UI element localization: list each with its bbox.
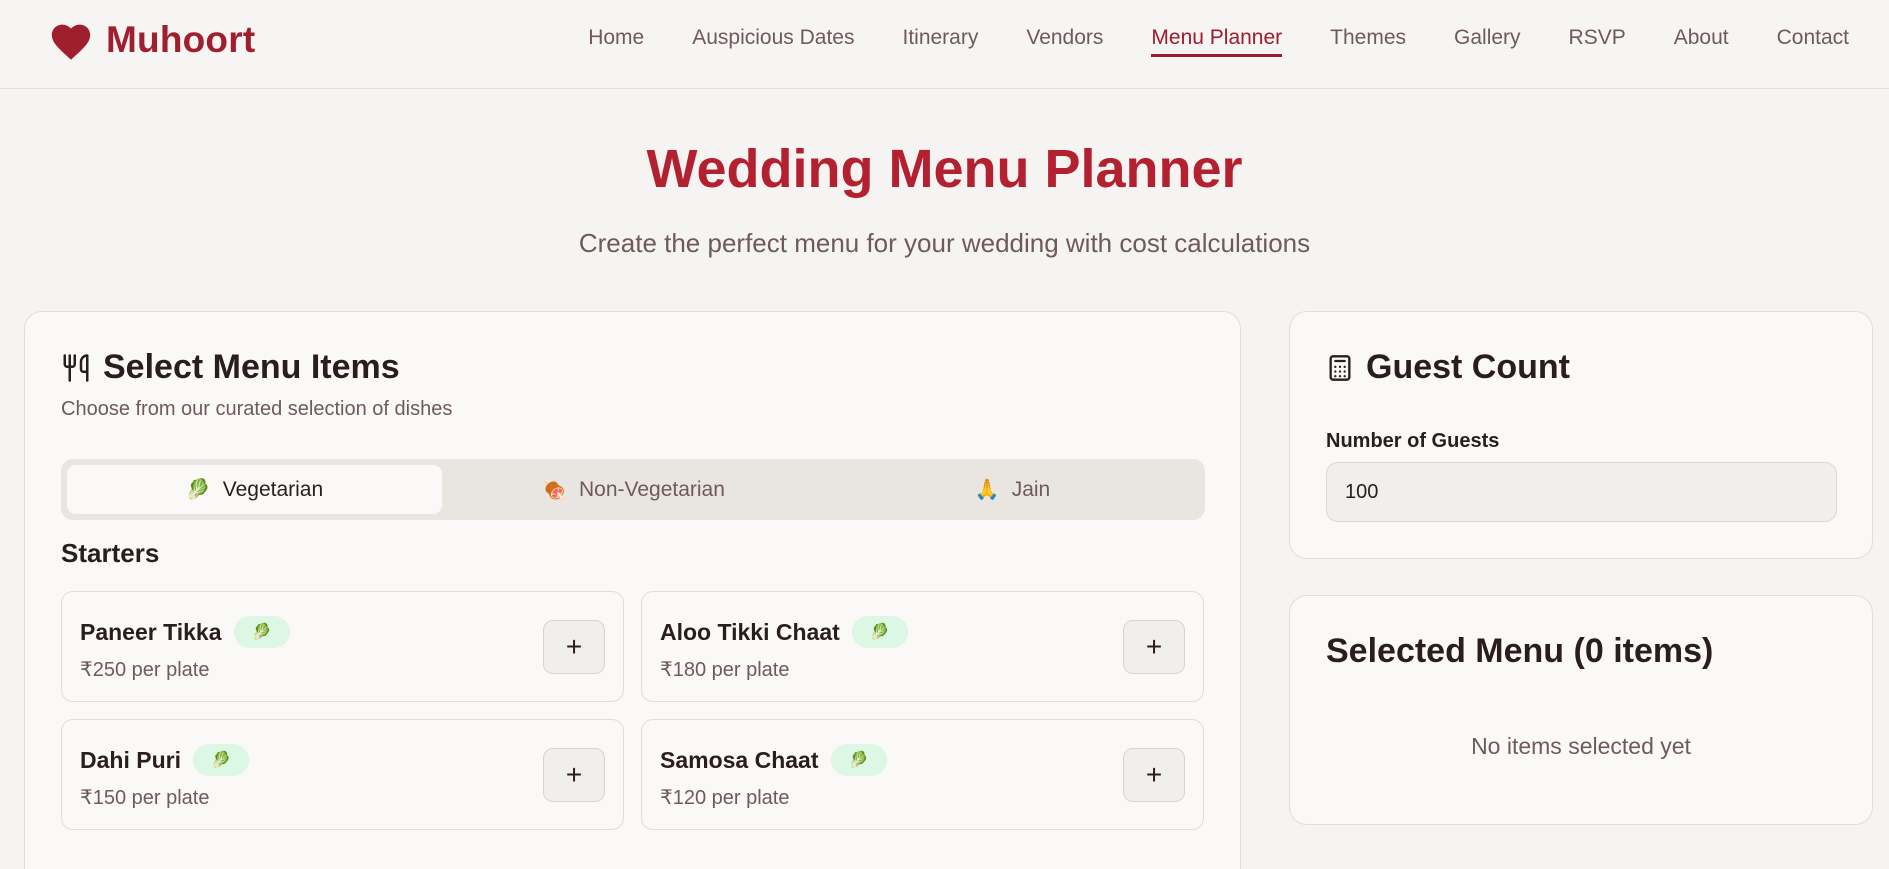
veg-badge: 🥬	[830, 744, 887, 776]
menu-item-price: ₹120 per plate	[660, 787, 790, 809]
add-item-button[interactable]: +	[543, 748, 605, 802]
add-item-button[interactable]: +	[543, 620, 605, 674]
add-item-button[interactable]: +	[1123, 620, 1185, 674]
brand-logo[interactable]: Muhoort	[48, 18, 255, 62]
leafy-green-icon: 🥬	[185, 479, 211, 501]
menu-card-description: Choose from our curated selection of dis…	[61, 398, 453, 420]
menu-item-price: ₹180 per plate	[660, 659, 790, 681]
tab-non-vegetarian[interactable]: 🍖 Non-Vegetarian	[446, 465, 821, 514]
veg-badge: 🥬	[192, 744, 249, 776]
selected-menu-card: Selected Menu (0 items) No items selecte…	[1289, 595, 1873, 825]
menu-item-name: Dahi Puri	[80, 746, 181, 773]
menu-card-title: Select Menu Items	[103, 348, 400, 386]
menu-item-name-row: Dahi Puri 🥬	[80, 744, 249, 776]
main-nav: Home Auspicious Dates Itinerary Vendors …	[588, 26, 1849, 57]
menu-item-name: Paneer Tikka	[80, 618, 222, 645]
utensils-icon	[63, 353, 89, 382]
nav-menu-planner[interactable]: Menu Planner	[1151, 26, 1283, 57]
nav-auspicious-dates[interactable]: Auspicious Dates	[692, 26, 854, 57]
menu-item-card: Dahi Puri 🥬 ₹150 per plate +	[61, 719, 624, 830]
tab-label: Non-Vegetarian	[578, 477, 725, 501]
empty-selection-message: No items selected yet	[1471, 733, 1691, 759]
folded-hands-icon: 🙏	[974, 479, 1000, 501]
menu-item-name: Samosa Chaat	[660, 746, 819, 773]
brand-name: Muhoort	[106, 19, 256, 60]
nav-itinerary[interactable]: Itinerary	[902, 26, 978, 57]
menu-card-header: Select Menu Items	[61, 348, 400, 387]
selected-menu-title: Selected Menu (0 items)	[1326, 632, 1714, 670]
menu-item-price: ₹150 per plate	[80, 787, 210, 809]
guest-card-header: Guest Count	[1326, 348, 1570, 387]
menu-item-name-row: Paneer Tikka 🥬	[80, 616, 290, 648]
top-navbar: Muhoort Home Auspicious Dates Itinerary …	[0, 0, 1889, 89]
section-title-starters: Starters	[61, 538, 160, 568]
guest-count-label: Number of Guests	[1326, 430, 1500, 452]
nav-contact[interactable]: Contact	[1777, 26, 1849, 57]
nav-vendors[interactable]: Vendors	[1026, 26, 1103, 57]
page-subtitle: Create the perfect menu for your wedding…	[578, 228, 1311, 258]
add-item-button[interactable]: +	[1123, 748, 1185, 802]
nav-gallery[interactable]: Gallery	[1454, 26, 1521, 57]
menu-item-name: Aloo Tikki Chaat	[660, 618, 840, 645]
meat-icon: 🍖	[542, 479, 567, 501]
menu-item-card: Paneer Tikka 🥬 ₹250 per plate +	[61, 591, 624, 702]
nav-themes[interactable]: Themes	[1330, 26, 1406, 57]
nav-rsvp[interactable]: RSVP	[1569, 26, 1626, 57]
tab-label: Vegetarian	[222, 477, 324, 501]
diet-tabs: 🥬 Vegetarian 🍖 Non-Vegetarian 🙏 Jain	[61, 459, 1205, 520]
tab-label: Jain	[1011, 477, 1051, 501]
nav-home[interactable]: Home	[588, 26, 644, 57]
guest-card-title: Guest Count	[1366, 348, 1570, 386]
heart-icon	[51, 24, 91, 60]
menu-selection-card: Select Menu Items Choose from our curate…	[24, 311, 1241, 869]
veg-badge: 🥬	[851, 616, 908, 648]
tab-vegetarian[interactable]: 🥬 Vegetarian	[67, 465, 442, 514]
nav-about[interactable]: About	[1674, 26, 1729, 57]
menu-item-card: Aloo Tikki Chaat 🥬 ₹180 per plate +	[641, 591, 1204, 702]
tab-jain[interactable]: 🙏 Jain	[825, 465, 1200, 514]
guest-count-card: Guest Count Number of Guests	[1289, 311, 1873, 559]
menu-item-price: ₹250 per plate	[80, 659, 210, 681]
guest-count-input[interactable]	[1326, 462, 1837, 522]
page-title: Wedding Menu Planner	[646, 139, 1243, 199]
menu-item-name-row: Aloo Tikki Chaat 🥬	[660, 616, 908, 648]
veg-badge: 🥬	[233, 616, 290, 648]
menu-item-name-row: Samosa Chaat 🥬	[660, 744, 887, 776]
menu-item-card: Samosa Chaat 🥬 ₹120 per plate +	[641, 719, 1204, 830]
calculator-icon	[1329, 354, 1351, 381]
